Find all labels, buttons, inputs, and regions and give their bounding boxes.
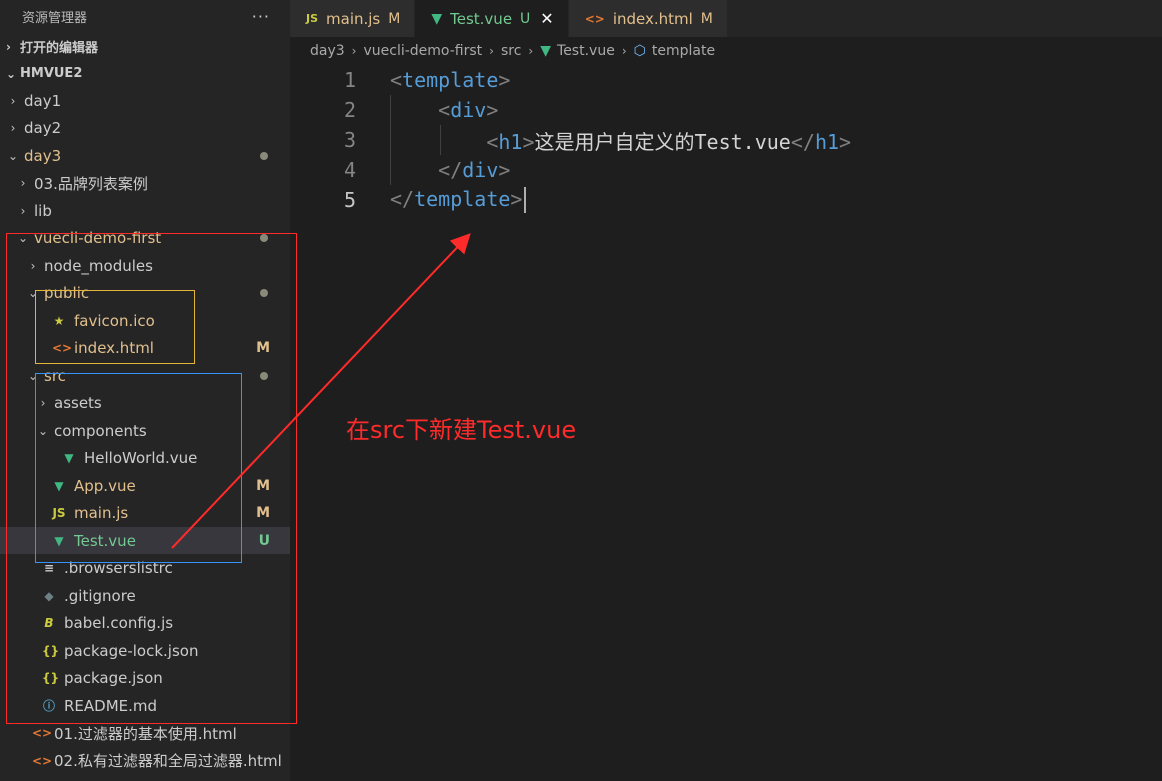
annotation-arrow [171, 233, 471, 549]
